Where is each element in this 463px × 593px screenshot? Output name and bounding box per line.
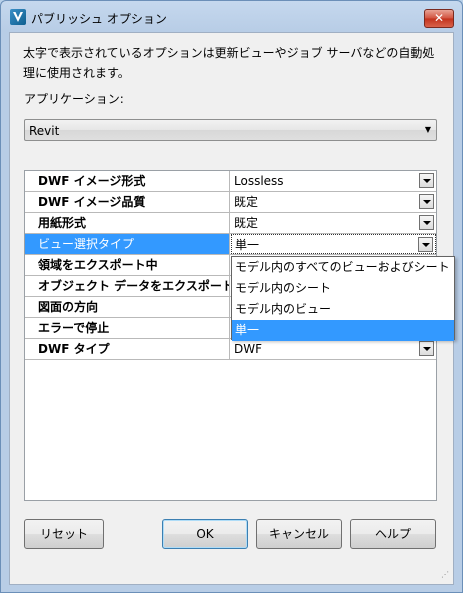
dropdown-arrow-icon[interactable] (419, 341, 434, 356)
dropdown-arrow-icon[interactable] (419, 194, 434, 209)
grid-row-value[interactable]: 既定 (231, 192, 436, 212)
grid-row-dwf-image-quality[interactable]: DWF イメージ品質 既定 (25, 192, 436, 213)
resize-grip-icon[interactable]: ⋰ (441, 571, 451, 582)
application-combo[interactable]: Revit ▼ (24, 119, 437, 141)
close-button[interactable]: ✕ (424, 9, 454, 28)
dropdown-option-selected[interactable]: 単一 (232, 320, 454, 341)
dropdown-option[interactable]: モデル内のビュー (232, 299, 454, 320)
grid-row-value-text: 既定 (234, 216, 259, 230)
grid-row-paper-format[interactable]: 用紙形式 既定 (25, 213, 436, 234)
grid-row-value-text: 単一 (235, 238, 260, 252)
grid-row-view-selection-type[interactable]: ビュー選択タイプ 単一 (25, 234, 436, 255)
application-label: アプリケーション: (24, 92, 124, 106)
grid-row-value-text: 既定 (234, 195, 259, 209)
dropdown-arrow-icon[interactable] (418, 237, 433, 252)
help-button[interactable]: ヘルプ (350, 519, 436, 549)
application-combo-value: Revit (29, 124, 60, 138)
title-bar[interactable]: パブリッシュ オプション ✕ (1, 1, 462, 33)
cancel-button[interactable]: キャンセル (256, 519, 342, 549)
grid-row-name: DWF イメージ形式 (25, 171, 230, 191)
reset-button[interactable]: リセット (24, 519, 104, 549)
ok-button[interactable]: OK (162, 519, 248, 549)
grid-row-value-text: DWF (234, 342, 263, 356)
grid-row-value-text: Lossless (234, 174, 284, 188)
grid-row-name: 図面の方向 (25, 297, 230, 317)
dropdown-option[interactable]: モデル内のすべてのビューおよびシート (232, 257, 454, 278)
dropdown-option[interactable]: モデル内のシート (232, 278, 454, 299)
grid-row-value[interactable]: Lossless (231, 171, 436, 191)
grid-row-value[interactable]: 既定 (231, 213, 436, 233)
dropdown-arrow-icon[interactable] (419, 215, 434, 230)
grid-row-name: ビュー選択タイプ (25, 234, 230, 254)
description-text: 太字で表示されているオプションは更新ビューやジョブ サーバなどの自動処理に使用さ… (23, 46, 435, 80)
grid-row-value[interactable]: DWF (231, 339, 436, 359)
grid-row-name: 用紙形式 (25, 213, 230, 233)
grid-row-name: エラーで停止 (25, 318, 230, 338)
autodesk-app-icon (10, 9, 26, 25)
grid-row-name: DWF イメージ品質 (25, 192, 230, 212)
grid-row-name: DWF タイプ (25, 339, 230, 359)
dropdown-arrow-icon[interactable] (419, 173, 434, 188)
grid-row-name: 領域をエクスポート中 (25, 255, 230, 275)
grid-row-dwf-type[interactable]: DWF タイプ DWF (25, 339, 436, 360)
view-selection-type-dropdown: モデル内のすべてのビューおよびシート モデル内のシート モデル内のビュー 単一 (231, 256, 455, 341)
grid-row-dwf-image-format[interactable]: DWF イメージ形式 Lossless (25, 171, 436, 192)
publish-options-dialog: パブリッシュ オプション ✕ 太字で表示されているオプションは更新ビューやジョブ… (0, 0, 463, 593)
window-title: パブリッシュ オプション (31, 12, 167, 26)
grid-row-value[interactable]: 単一 (231, 234, 436, 254)
dialog-body: 太字で表示されているオプションは更新ビューやジョブ サーバなどの自動処理に使用さ… (9, 32, 455, 585)
chevron-down-icon: ▼ (424, 125, 431, 134)
grid-row-name: オブジェクト データをエクスポート (25, 276, 230, 296)
